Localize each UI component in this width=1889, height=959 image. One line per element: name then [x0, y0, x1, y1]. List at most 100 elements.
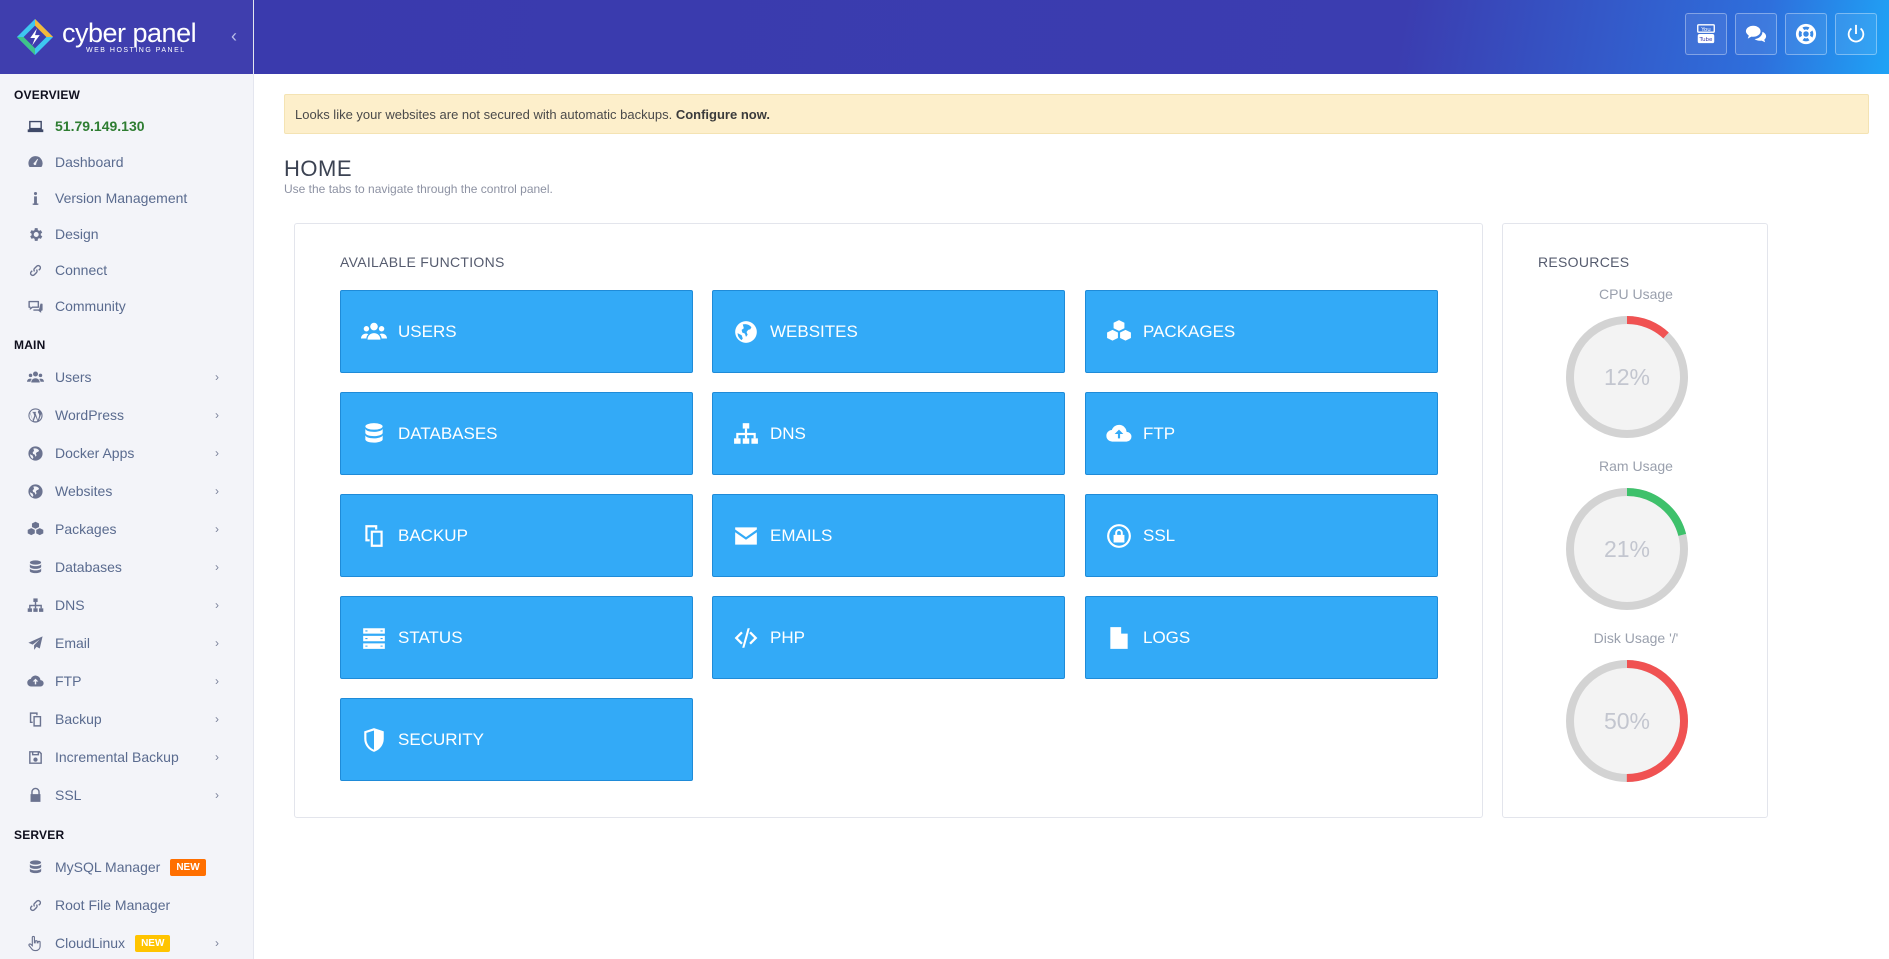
logs-tile[interactable]: LOGS — [1085, 596, 1438, 679]
chevron-right-icon: › — [215, 636, 219, 650]
ram-usage-gauge: 21% — [1565, 487, 1689, 611]
cpu-usage-gauge: 12% — [1565, 315, 1689, 439]
chevron-right-icon: › — [215, 446, 219, 460]
tile-label: DATABASES — [398, 423, 498, 443]
disk-usage-label: Disk Usage '/' — [1593, 630, 1679, 646]
tile-label: PACKAGES — [1143, 321, 1236, 341]
page-subtitle: Use the tabs to navigate through the con… — [284, 182, 553, 196]
users-icon — [24, 366, 46, 388]
section-server: SERVER — [14, 828, 65, 842]
sidebar-item-mysql-manager[interactable]: MySQL Manager NEW — [0, 848, 253, 886]
sidebar-item-community[interactable]: Community — [0, 288, 253, 324]
logout-button[interactable] — [1835, 13, 1877, 55]
websites-tile[interactable]: WEBSITES — [712, 290, 1065, 373]
shield-icon — [364, 727, 384, 752]
sidebar-item-label: Docker Apps — [55, 445, 135, 461]
status-tile[interactable]: STATUS — [340, 596, 693, 679]
section-main: MAIN — [14, 338, 46, 352]
sidebar-collapse-button[interactable]: ‹ — [231, 26, 237, 47]
chevron-right-icon: › — [215, 484, 219, 498]
emails-tile[interactable]: EMAILS — [712, 494, 1065, 577]
sidebar-item-label: Packages — [55, 521, 117, 537]
database-icon — [24, 856, 46, 878]
file-icon — [1110, 626, 1128, 649]
databases-tile[interactable]: DATABASES — [340, 392, 693, 475]
page-title: HOME — [284, 156, 352, 181]
lock-circle-icon — [1107, 523, 1131, 548]
chevron-right-icon: › — [215, 936, 219, 950]
sidebar-item-ip[interactable]: 51.79.149.130 — [0, 108, 253, 144]
configure-now-link[interactable]: Configure now. — [676, 107, 770, 122]
sidebar-item-incremental-backup[interactable]: Incremental Backup › — [0, 738, 253, 776]
new-badge: NEW — [135, 934, 171, 952]
sidebar-item-wordpress[interactable]: WordPress › — [0, 396, 253, 434]
code-icon — [734, 627, 758, 648]
backup-tile[interactable]: BACKUP — [340, 494, 693, 577]
sidebar-item-users[interactable]: Users › — [0, 358, 253, 396]
copy-icon — [24, 708, 46, 730]
sitemap-icon — [24, 594, 46, 616]
tile-label: STATUS — [398, 627, 463, 647]
security-tile[interactable]: SECURITY — [340, 698, 693, 781]
sidebar-item-packages[interactable]: Packages › — [0, 510, 253, 548]
cloud-upload-icon — [24, 670, 46, 692]
tile-label: PHP — [770, 627, 805, 647]
laptop-icon — [24, 115, 46, 137]
link-icon — [24, 259, 46, 281]
header-actions: You Tube — [1685, 13, 1877, 55]
cloud-upload-icon — [1106, 424, 1132, 442]
chevron-right-icon: › — [215, 560, 219, 574]
chevron-right-icon: › — [215, 598, 219, 612]
sidebar-item-label: Dashboard — [55, 154, 124, 170]
sidebar-item-cloudlinux[interactable]: CloudLinux NEW › — [0, 924, 253, 959]
packages-tile[interactable]: PACKAGES — [1085, 290, 1438, 373]
gauge-icon — [24, 151, 46, 173]
cubes-icon — [1107, 319, 1131, 341]
new-badge: NEW — [170, 858, 206, 876]
sidebar-item-root-file-manager[interactable]: Root File Manager — [0, 886, 253, 924]
sidebar-item-dns[interactable]: DNS › — [0, 586, 253, 624]
sidebar-item-version-management[interactable]: Version Management — [0, 180, 253, 216]
functions-title: AVAILABLE FUNCTIONS — [340, 254, 505, 270]
sidebar-item-label: FTP — [55, 673, 82, 689]
sidebar-item-connect[interactable]: Connect — [0, 252, 253, 288]
link-icon — [24, 894, 46, 916]
chevron-right-icon: › — [215, 750, 219, 764]
youtube-icon: You Tube — [1697, 24, 1715, 44]
users-tile[interactable]: USERS — [340, 290, 693, 373]
available-functions-panel: AVAILABLE FUNCTIONS USERS WEBSITES PACKA… — [294, 223, 1483, 818]
ssl-tile[interactable]: SSL — [1085, 494, 1438, 577]
cyberpanel-logo-icon[interactable] — [16, 18, 54, 56]
sidebar-item-label: Users — [55, 369, 92, 385]
chevron-right-icon: › — [215, 408, 219, 422]
sidebar-item-label: WordPress — [55, 407, 124, 423]
tile-label: USERS — [398, 321, 457, 341]
paper-plane-icon — [24, 632, 46, 654]
tile-label: DNS — [770, 423, 806, 443]
top-header: You Tube — [254, 0, 1889, 74]
sitemap-icon — [734, 422, 758, 444]
youtube-button[interactable]: You Tube — [1685, 13, 1727, 55]
dns-tile[interactable]: DNS — [712, 392, 1065, 475]
lifebuoy-icon — [1795, 23, 1817, 45]
support-button[interactable] — [1785, 13, 1827, 55]
php-tile[interactable]: PHP — [712, 596, 1065, 679]
sidebar-item-label: 51.79.149.130 — [55, 118, 145, 134]
globe-icon — [24, 442, 46, 464]
sidebar-item-ssl[interactable]: SSL › — [0, 776, 253, 814]
sidebar-item-databases[interactable]: Databases › — [0, 548, 253, 586]
chat-button[interactable] — [1735, 13, 1777, 55]
sidebar-item-docker-apps[interactable]: Docker Apps › — [0, 434, 253, 472]
sidebar-item-label: Design — [55, 226, 99, 242]
tile-label: EMAILS — [770, 525, 833, 545]
sidebar-item-backup[interactable]: Backup › — [0, 700, 253, 738]
ftp-tile[interactable]: FTP — [1085, 392, 1438, 475]
sidebar-item-websites[interactable]: Websites › — [0, 472, 253, 510]
sidebar-item-design[interactable]: Design — [0, 216, 253, 252]
sidebar-item-dashboard[interactable]: Dashboard — [0, 144, 253, 180]
sidebar-item-email[interactable]: Email › — [0, 624, 253, 662]
tile-label: BACKUP — [398, 525, 468, 545]
sidebar-item-label: Community — [55, 298, 126, 314]
sidebar-item-ftp[interactable]: FTP › — [0, 662, 253, 700]
sidebar-item-label: Backup — [55, 711, 102, 727]
